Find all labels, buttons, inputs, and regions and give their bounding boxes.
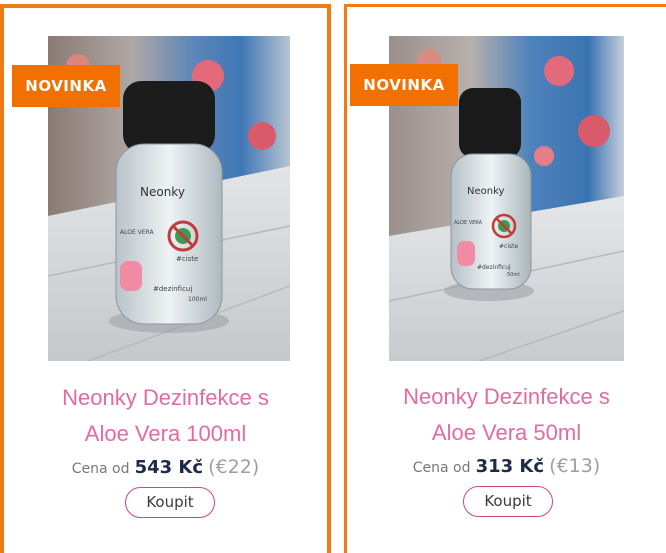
svg-text:Neonky: Neonky — [140, 185, 185, 199]
svg-text:#ciste: #ciste — [176, 255, 198, 263]
svg-text:50ml: 50ml — [507, 272, 520, 278]
product-card[interactable]: Neonky ALOE VERA #ciste #dezinficuj 100m… — [0, 4, 331, 553]
product-title-line[interactable]: Aloe Vera 100ml — [4, 416, 327, 452]
buy-button[interactable]: Koupit — [125, 487, 215, 518]
price-eur: (€13) — [549, 455, 601, 477]
price-label: Cena od — [412, 460, 471, 476]
product-title[interactable]: Neonky Dezinfekce s Aloe Vera 50ml — [347, 379, 666, 451]
product-title-line[interactable]: Neonky Dezinfekce s — [4, 380, 327, 416]
price-value: 543 Kč — [134, 457, 204, 478]
price-value: 313 Kč — [475, 456, 545, 477]
product-title-line[interactable]: Neonky Dezinfekce s — [347, 379, 666, 415]
price-eur: (€22) — [208, 456, 260, 478]
price-row: Cena od 313 Kč (€13) — [347, 455, 666, 477]
svg-text:#dezinficuj: #dezinficuj — [153, 285, 192, 293]
new-badge: NOVINKA — [12, 65, 120, 107]
svg-text:#dezinficuj: #dezinficuj — [477, 264, 511, 271]
price-row: Cena od 543 Kč (€22) — [4, 456, 327, 478]
product-title-line[interactable]: Aloe Vera 50ml — [347, 415, 666, 451]
svg-text:100ml: 100ml — [188, 296, 207, 303]
new-badge: NOVINKA — [350, 64, 458, 106]
buy-button[interactable]: Koupit — [463, 486, 553, 517]
svg-text:ALOE VERA: ALOE VERA — [454, 220, 483, 226]
product-card[interactable]: Neonky ALOE VERA #ciste #dezinficuj 50ml… — [344, 4, 666, 553]
product-title[interactable]: Neonky Dezinfekce s Aloe Vera 100ml — [4, 380, 327, 452]
svg-text:ALOE VERA: ALOE VERA — [120, 229, 154, 236]
svg-text:Neonky: Neonky — [467, 186, 505, 197]
svg-text:#ciste: #ciste — [499, 243, 518, 250]
price-label: Cena od — [71, 461, 130, 477]
